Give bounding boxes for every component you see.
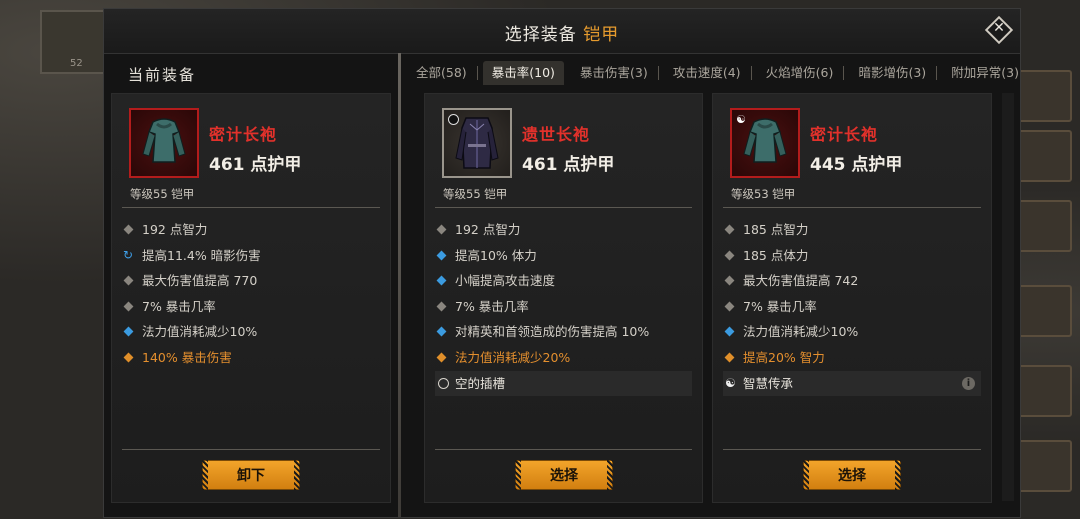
dialog-title-prefix: 选择装备	[504, 25, 577, 45]
diamond-bullet-icon	[123, 326, 134, 337]
candidate-item-card[interactable]: 遗世长袍 461 点护甲 等级55 铠甲 192 点智力 提高10% 体力 小幅…	[424, 93, 703, 503]
tab-attack-speed[interactable]: 攻击速度(4)	[664, 61, 752, 85]
stat-row-legendary: 法力值消耗减少20%	[435, 345, 692, 371]
diamond-bullet-icon	[123, 301, 134, 312]
diamond-bullet-icon	[436, 301, 447, 312]
tab-all[interactable]: 全部(58)	[407, 61, 478, 85]
equipment-select-dialog: 选择装备 铠甲 ✕ 当前装备 密计长袍 461 点护甲 等级55 铠甲 192 …	[103, 8, 1021, 518]
socket-icon	[448, 114, 459, 125]
divider	[723, 207, 981, 208]
gem-socket-row: ☯ 智慧传承 i	[723, 370, 981, 397]
diamond-bullet-icon	[724, 275, 735, 286]
stat-row: 法力值消耗减少10%	[723, 319, 981, 345]
candidate-item-card[interactable]: ☯ 密计长袍 445 点护甲 等级53 铠甲 185 点智力 185 点体力 最…	[712, 93, 992, 503]
item-level: 等级55 铠甲	[130, 187, 195, 201]
stat-row: 对精英和首领造成的伤害提高 10%	[435, 319, 692, 345]
stat-row-legendary: 140% 暴击伤害	[122, 345, 380, 371]
robe-item-icon	[129, 108, 199, 178]
diamond-bullet-icon	[724, 301, 735, 312]
current-equipment-title: 当前装备	[128, 66, 197, 84]
diamond-bullet-icon	[436, 224, 447, 235]
item-level: 等级55 铠甲	[443, 187, 508, 201]
section-divider	[398, 53, 401, 517]
diamond-bullet-icon	[436, 275, 447, 286]
diamond-bullet-icon	[123, 224, 134, 235]
item-name: 遗世长袍	[522, 125, 591, 144]
stat-row: 最大伤害值提高 770	[122, 268, 380, 294]
item-armor: 461 点护甲	[209, 155, 302, 175]
background-side-slot	[1016, 200, 1072, 252]
background-number: 52	[70, 58, 83, 69]
tab-shadow-damage[interactable]: 暗影增伤(3)	[849, 61, 938, 85]
divider	[723, 449, 981, 450]
divider	[122, 449, 380, 450]
robe-item-icon	[442, 108, 512, 178]
reroll-icon: ↻	[123, 247, 134, 262]
item-level: 等级53 铠甲	[731, 187, 796, 201]
stat-row: ↻ 提高11.4% 暗影伤害	[122, 243, 380, 269]
stat-row: 7% 暴击几率	[122, 294, 380, 320]
stat-row: 7% 暴击几率	[723, 294, 981, 320]
socket-icon	[438, 377, 449, 389]
dialog-titlebar: 选择装备 铠甲 ✕	[104, 9, 1020, 54]
item-armor: 461 点护甲	[522, 155, 615, 175]
item-armor: 445 点护甲	[810, 155, 903, 175]
yin-yang-icon: ☯	[736, 113, 746, 126]
dialog-title-slot: 铠甲	[583, 25, 620, 45]
item-stats-list: 185 点智力 185 点体力 最大伤害值提高 742 7% 暴击几率 法力值消…	[723, 217, 981, 397]
diamond-bullet-icon	[724, 250, 735, 261]
select-button[interactable]: 选择	[803, 460, 901, 490]
stat-row: 185 点智力	[723, 217, 981, 243]
background-side-slot	[1016, 130, 1072, 182]
stat-row: 7% 暴击几率	[435, 294, 692, 320]
stat-row: 192 点智力	[435, 217, 692, 243]
diamond-bullet-icon	[123, 352, 134, 363]
stat-row: 185 点体力	[723, 243, 981, 269]
close-icon: ✕	[993, 20, 1005, 36]
empty-socket-row: 空的插槽	[435, 370, 692, 397]
next-card-peek	[1002, 93, 1014, 501]
diamond-bullet-icon	[436, 352, 447, 363]
divider	[122, 207, 380, 208]
select-button[interactable]: 选择	[515, 460, 613, 490]
close-button[interactable]: ✕	[984, 15, 1014, 45]
unequip-button[interactable]: 卸下	[202, 460, 300, 490]
info-icon[interactable]: i	[962, 376, 975, 390]
tab-crit-rate[interactable]: 暴击率(10)	[482, 61, 564, 85]
background-side-slot	[1016, 285, 1072, 337]
background-side-slot	[1016, 440, 1072, 492]
divider	[435, 449, 692, 450]
yin-yang-icon: ☯	[725, 375, 736, 390]
background-side-slot	[1016, 70, 1072, 122]
item-name: 密计长袍	[209, 125, 278, 144]
current-item-card: 密计长袍 461 点护甲 等级55 铠甲 192 点智力 ↻ 提高11.4% 暗影…	[111, 93, 391, 503]
tab-fire-damage[interactable]: 火焰增伤(6)	[757, 61, 845, 85]
robe-item-icon: ☯	[730, 108, 800, 178]
diamond-bullet-icon	[436, 326, 447, 337]
diamond-bullet-icon	[724, 352, 735, 363]
item-stats-list: 192 点智力 ↻ 提高11.4% 暗影伤害 最大伤害值提高 770 7% 暴击几…	[122, 217, 380, 371]
background-side-slot	[1016, 365, 1072, 417]
diamond-bullet-icon	[436, 250, 447, 261]
tab-crit-damage[interactable]: 暴击伤害(3)	[571, 61, 659, 85]
stat-row: 最大伤害值提高 742	[723, 268, 981, 294]
item-name: 密计长袍	[810, 125, 879, 144]
stat-row: 小幅提高攻击速度	[435, 268, 692, 294]
filter-tabs: 全部(58) 暴击率(10) 暴击伤害(3) 攻击速度(4) 火焰增伤(6) 暗…	[407, 61, 1020, 87]
divider	[435, 207, 692, 208]
diamond-bullet-icon	[123, 275, 134, 286]
dialog-title: 选择装备 铠甲	[104, 20, 1020, 45]
tab-extra-status[interactable]: 附加异常(3)	[942, 61, 1020, 85]
diamond-bullet-icon	[724, 224, 735, 235]
stat-row: 192 点智力	[122, 217, 380, 243]
stat-row: 提高10% 体力	[435, 243, 692, 269]
stat-row-legendary: 提高20% 智力	[723, 345, 981, 371]
stat-row: 法力值消耗减少10%	[122, 319, 380, 345]
diamond-bullet-icon	[724, 326, 735, 337]
item-stats-list: 192 点智力 提高10% 体力 小幅提高攻击速度 7% 暴击几率 对精英和首领…	[435, 217, 692, 397]
